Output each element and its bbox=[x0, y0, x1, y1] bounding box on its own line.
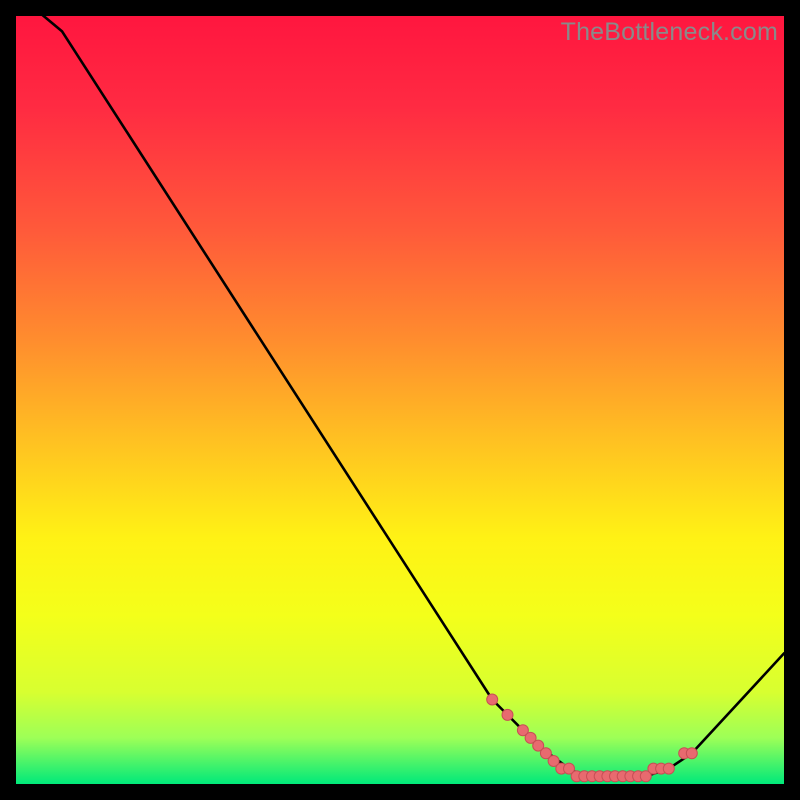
chart-stage: TheBottleneck.com bbox=[0, 0, 800, 800]
curve-layer bbox=[16, 16, 784, 784]
curve-dots bbox=[487, 694, 698, 782]
curve-dot bbox=[487, 694, 498, 705]
curve-dot bbox=[686, 748, 697, 759]
curve-dot bbox=[663, 763, 674, 774]
curve-dot bbox=[502, 709, 513, 720]
bottleneck-curve-line bbox=[16, 0, 784, 776]
plot-area: TheBottleneck.com bbox=[16, 16, 784, 784]
